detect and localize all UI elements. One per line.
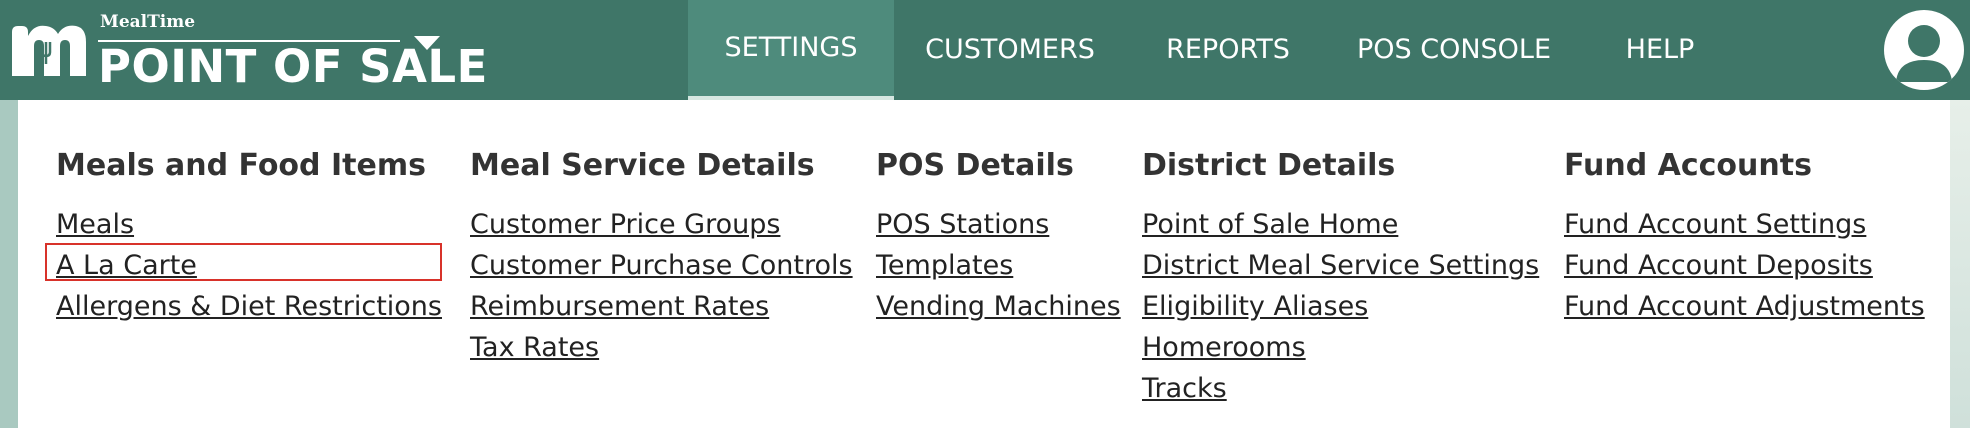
column-heading: POS Details xyxy=(876,148,1074,183)
brand-small-title: MealTime xyxy=(100,12,196,32)
link-point-of-sale-home[interactable]: Point of Sale Home xyxy=(1142,209,1398,240)
link-homerooms[interactable]: Homerooms xyxy=(1142,332,1306,363)
nav-pos-console[interactable]: POS CONSOLE xyxy=(1356,0,1552,100)
user-avatar-icon[interactable] xyxy=(1884,10,1964,90)
column-heading: Meals and Food Items xyxy=(56,148,426,183)
chevron-down-icon[interactable] xyxy=(414,36,440,50)
link-templates[interactable]: Templates xyxy=(876,250,1013,281)
link-fund-account-adjustments[interactable]: Fund Account Adjustments xyxy=(1564,291,1925,322)
link-fund-account-deposits[interactable]: Fund Account Deposits xyxy=(1564,250,1873,281)
link-customer-price-groups[interactable]: Customer Price Groups xyxy=(470,209,780,240)
link-tax-rates[interactable]: Tax Rates xyxy=(470,332,599,363)
mealtime-logo-icon[interactable] xyxy=(8,14,88,84)
link-district-meal-service-settings[interactable]: District Meal Service Settings xyxy=(1142,250,1539,281)
link-vending-machines[interactable]: Vending Machines xyxy=(876,291,1121,322)
nav-settings[interactable]: SETTINGS xyxy=(688,0,894,100)
link-allergens-diet-restrictions[interactable]: Allergens & Diet Restrictions xyxy=(56,291,442,322)
menu-column-district-details: District Details Point of Sale Home Dist… xyxy=(1142,146,1539,409)
menu-column-meal-service: Meal Service Details Customer Price Grou… xyxy=(470,146,853,368)
link-fund-account-settings[interactable]: Fund Account Settings xyxy=(1564,209,1866,240)
menu-column-pos-details: POS Details POS Stations Templates Vendi… xyxy=(876,146,1121,327)
link-eligibility-aliases[interactable]: Eligibility Aliases xyxy=(1142,291,1368,322)
link-customer-purchase-controls[interactable]: Customer Purchase Controls xyxy=(470,250,853,281)
nav-customers[interactable]: CUSTOMERS xyxy=(920,0,1100,100)
nav-reports[interactable]: REPORTS xyxy=(1158,0,1298,100)
link-pos-stations[interactable]: POS Stations xyxy=(876,209,1049,240)
column-heading: District Details xyxy=(1142,148,1396,183)
column-heading: Fund Accounts xyxy=(1564,148,1812,183)
menu-column-meals: Meals and Food Items Meals A La Carte Al… xyxy=(56,146,442,327)
link-reimbursement-rates[interactable]: Reimbursement Rates xyxy=(470,291,769,322)
background-left xyxy=(0,100,18,428)
settings-dropdown-panel: Meals and Food Items Meals A La Carte Al… xyxy=(18,100,1950,428)
background-right xyxy=(1950,100,1970,428)
menu-column-fund-accounts: Fund Accounts Fund Account Settings Fund… xyxy=(1564,146,1925,327)
nav-help[interactable]: HELP xyxy=(1614,0,1706,100)
link-a-la-carte[interactable]: A La Carte xyxy=(56,250,197,281)
link-meals[interactable]: Meals xyxy=(56,209,134,240)
top-navigation-bar: MealTime POINT OF SALE SETTINGS CUSTOMER… xyxy=(0,0,1970,100)
link-tracks[interactable]: Tracks xyxy=(1142,373,1227,404)
column-heading: Meal Service Details xyxy=(470,148,815,183)
